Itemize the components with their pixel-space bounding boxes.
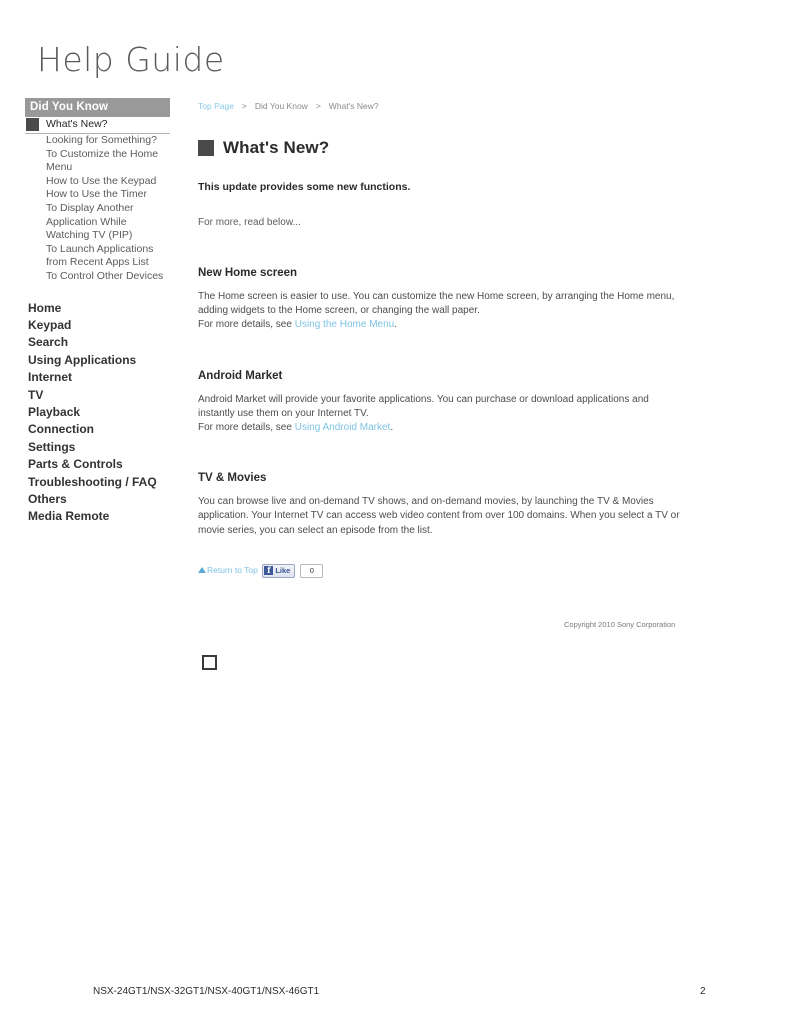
- sidebar-item-looking-for-something[interactable]: Looking for Something?: [25, 134, 170, 148]
- facebook-like-count: 0: [300, 563, 324, 578]
- sidebar-item-display-another-application-pip[interactable]: To Display Another Application While Wat…: [25, 202, 170, 243]
- sidebar-item-connection[interactable]: Connection: [25, 421, 170, 438]
- sidebar-item-keypad[interactable]: Keypad: [25, 317, 170, 334]
- sidebar-item-label: Others: [28, 491, 67, 506]
- sidebar-item-label: Media Remote: [28, 509, 110, 524]
- return-to-top-link[interactable]: Return to Top: [198, 565, 258, 576]
- sidebar-item-label: Connection: [28, 422, 94, 437]
- sidebar-item-label: Parts & Controls: [28, 457, 123, 472]
- sidebar-item-label: Internet: [28, 370, 73, 385]
- breadcrumb-item-did-you-know[interactable]: Did You Know: [255, 101, 308, 111]
- sidebar-item-how-to-use-timer[interactable]: How to Use the Timer: [25, 188, 170, 202]
- sidebar-item-label: Playback: [28, 404, 81, 419]
- model-numbers: NSX-24GT1/NSX-32GT1/NSX-40GT1/NSX-46GT1: [93, 986, 320, 997]
- return-to-top-label: Return to Top: [207, 564, 258, 575]
- sidebar-item-label: TV: [28, 387, 44, 402]
- sidebar-item-using-applications[interactable]: Using Applications: [25, 352, 170, 369]
- lead-paragraph: This update provides some new functions.: [198, 181, 411, 193]
- section-body: The Home screen is easier to use. You ca…: [198, 290, 686, 333]
- breadcrumb-item-whats-new: What's New?: [328, 101, 379, 111]
- sidebar-item-label: How to Use the Keypad: [46, 174, 157, 187]
- sidebar-item-others[interactable]: Others: [25, 491, 170, 508]
- link-using-android-market[interactable]: Using Android Market: [295, 422, 391, 433]
- sidebar-section-header: Did You Know: [25, 98, 170, 118]
- section-title: New Home screen: [198, 267, 298, 279]
- sidebar-item-label: How to Use the Timer: [46, 188, 147, 201]
- main-content: Top Page > Did You Know > What's New? What's…: [198, 100, 686, 578]
- sidebar-item-launch-applications-recent-apps[interactable]: To Launch Applications from Recent Apps …: [25, 243, 170, 270]
- sidebar-item-internet[interactable]: Internet: [25, 369, 170, 386]
- link-using-the-home-menu[interactable]: Using the Home Menu: [295, 319, 395, 330]
- sidebar-item-label: Using Applications: [28, 352, 137, 367]
- section-android-market: Android Market Android Market will provi…: [198, 369, 686, 436]
- section-body: You can browse live and on-demand TV sho…: [198, 495, 686, 538]
- read-more-text: For more, read below...: [198, 217, 301, 228]
- section-new-home-screen: New Home screen The Home screen is easie…: [198, 266, 686, 333]
- facebook-like-widget[interactable]: f Like 0: [262, 563, 324, 578]
- sidebar-sublist: What's New? Looking for Something? To Cu…: [25, 117, 170, 283]
- section-body-suffix: .: [394, 319, 397, 331]
- active-marker-icon: [26, 118, 39, 132]
- sidebar-item-troubleshooting-faq[interactable]: Troubleshooting / FAQ: [25, 474, 170, 491]
- sidebar-item-label: Keypad: [28, 317, 72, 332]
- sidebar-item-label: Search: [28, 335, 69, 350]
- sidebar-item-tv[interactable]: TV: [25, 387, 170, 404]
- section-body-lead-in: For more details, see: [198, 422, 295, 434]
- breadcrumb: Top Page > Did You Know > What's New?: [198, 100, 686, 112]
- sidebar-item-home[interactable]: Home: [25, 300, 170, 317]
- broken-image-placeholder-icon: [202, 655, 217, 670]
- sidebar-item-label: Looking for Something?: [46, 133, 157, 146]
- sidebar: Did You Know What's New? Looking for Som…: [25, 98, 170, 526]
- square-bullet-icon: [198, 140, 214, 156]
- sidebar-item-label: To Control Other Devices: [46, 269, 164, 282]
- section-tv-and-movies: TV & Movies You can browse live and on-d…: [198, 471, 686, 538]
- breadcrumb-item-top-page[interactable]: Top Page: [198, 101, 234, 111]
- section-body-text: Android Market will provide your favorit…: [198, 393, 649, 419]
- page-number: 2: [700, 986, 706, 997]
- sidebar-item-control-other-devices[interactable]: To Control Other Devices: [25, 270, 170, 284]
- facebook-like-label: Like: [275, 566, 291, 576]
- sidebar-item-label: To Customize the Home Menu: [46, 147, 159, 174]
- section-body-text: You can browse live and on-demand TV sho…: [198, 496, 680, 536]
- facebook-like-button[interactable]: f Like: [262, 563, 296, 578]
- facebook-logo-icon: f: [264, 566, 274, 576]
- sidebar-item-label: What's New?: [46, 118, 108, 131]
- sidebar-item-settings[interactable]: Settings: [25, 439, 170, 456]
- sidebar-item-search[interactable]: Search: [25, 334, 170, 351]
- section-title: Android Market: [198, 369, 283, 382]
- sidebar-item-how-to-use-keypad[interactable]: How to Use the Keypad: [25, 175, 170, 189]
- section-body-text: The Home screen is easier to use. You ca…: [198, 291, 675, 317]
- sidebar-item-media-remote[interactable]: Media Remote: [25, 508, 170, 525]
- sidebar-item-playback[interactable]: Playback: [25, 404, 170, 421]
- sidebar-mainlist: Home Keypad Search Using Applications In…: [25, 300, 170, 526]
- sidebar-item-label: To Launch Applications from Recent Apps …: [46, 242, 154, 269]
- page-title: Help Guide: [37, 40, 225, 79]
- sidebar-item-whats-new[interactable]: What's New?: [25, 117, 170, 134]
- page-heading: What's New?: [198, 138, 686, 158]
- page-footer: NSX-24GT1/NSX-32GT1/NSX-40GT1/NSX-46GT1 …: [0, 986, 800, 1002]
- sidebar-item-label: To Display Another Application While Wat…: [46, 201, 134, 242]
- sidebar-item-label: Settings: [28, 439, 76, 454]
- triangle-up-icon: [198, 567, 206, 574]
- section-body: Android Market will provide your favorit…: [198, 393, 686, 436]
- sidebar-item-customize-home-menu[interactable]: To Customize the Home Menu: [25, 148, 170, 175]
- copyright-notice: Copyright 2010 Sony Corporation: [564, 620, 676, 629]
- breadcrumb-separator: >: [315, 101, 321, 111]
- section-title: TV & Movies: [198, 472, 267, 485]
- sidebar-item-label: Home: [28, 300, 62, 315]
- sidebar-item-parts-and-controls[interactable]: Parts & Controls: [25, 456, 170, 473]
- page-heading-label: What's New?: [223, 138, 330, 157]
- breadcrumb-separator: >: [241, 101, 247, 111]
- sidebar-item-label: Troubleshooting / FAQ: [28, 474, 157, 489]
- section-body-lead-in: For more details, see: [198, 319, 295, 331]
- section-body-suffix: .: [390, 422, 394, 434]
